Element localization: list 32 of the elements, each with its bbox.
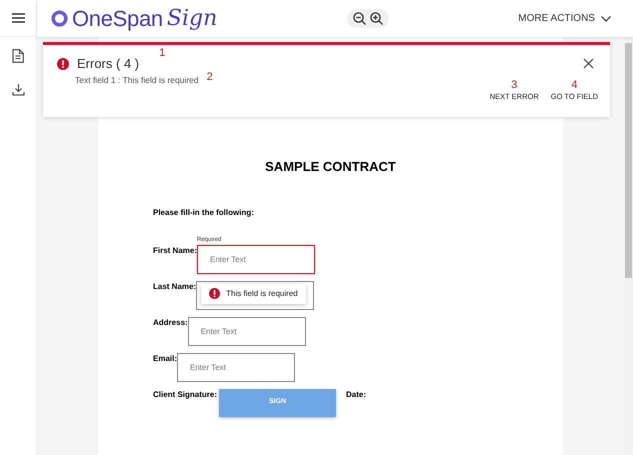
scrollbar[interactable] [624, 37, 633, 455]
text-field[interactable]: Enter Text [177, 352, 296, 382]
menu-icon[interactable] [12, 13, 24, 23]
zoom-in-icon[interactable] [370, 12, 383, 25]
tooltip-text: This field is required [226, 288, 298, 300]
logo-script-text: Sign [166, 5, 218, 33]
callout-number: 4 [571, 80, 578, 92]
download-icon[interactable] [12, 83, 24, 96]
callout-number: 2 [206, 72, 213, 82]
text-field[interactable]: Enter Text [197, 244, 316, 274]
field-label: Address: [153, 316, 188, 328]
callout-number: 1 [159, 48, 166, 59]
text-field[interactable]: Enter Text [188, 316, 306, 346]
error-icon [57, 58, 69, 70]
callout-number: 3 [511, 80, 518, 92]
error-icon [209, 288, 220, 299]
error-title: Errors ( 4 ) [77, 55, 140, 73]
more-actions-button[interactable]: MORE ACTIONS [518, 11, 611, 26]
chevron-down-icon [600, 16, 611, 22]
field-label: First Name: [153, 244, 198, 256]
field-label: Date: [346, 388, 366, 400]
document-icon[interactable] [12, 49, 24, 63]
document-title: SAMPLE CONTRACT [264, 158, 397, 176]
instruction-text: Please fill-in the following: [153, 206, 255, 218]
field-label: Client Signature: [153, 388, 218, 400]
error-message: Text field 1 : This field is required [75, 74, 199, 86]
logo-text: OneSpan [72, 5, 163, 33]
field-label: Last Name: [153, 280, 196, 292]
field-label: Email: [153, 352, 178, 364]
zoom-out-icon[interactable] [352, 12, 366, 25]
logo-icon [51, 10, 68, 27]
close-icon[interactable] [583, 58, 594, 70]
